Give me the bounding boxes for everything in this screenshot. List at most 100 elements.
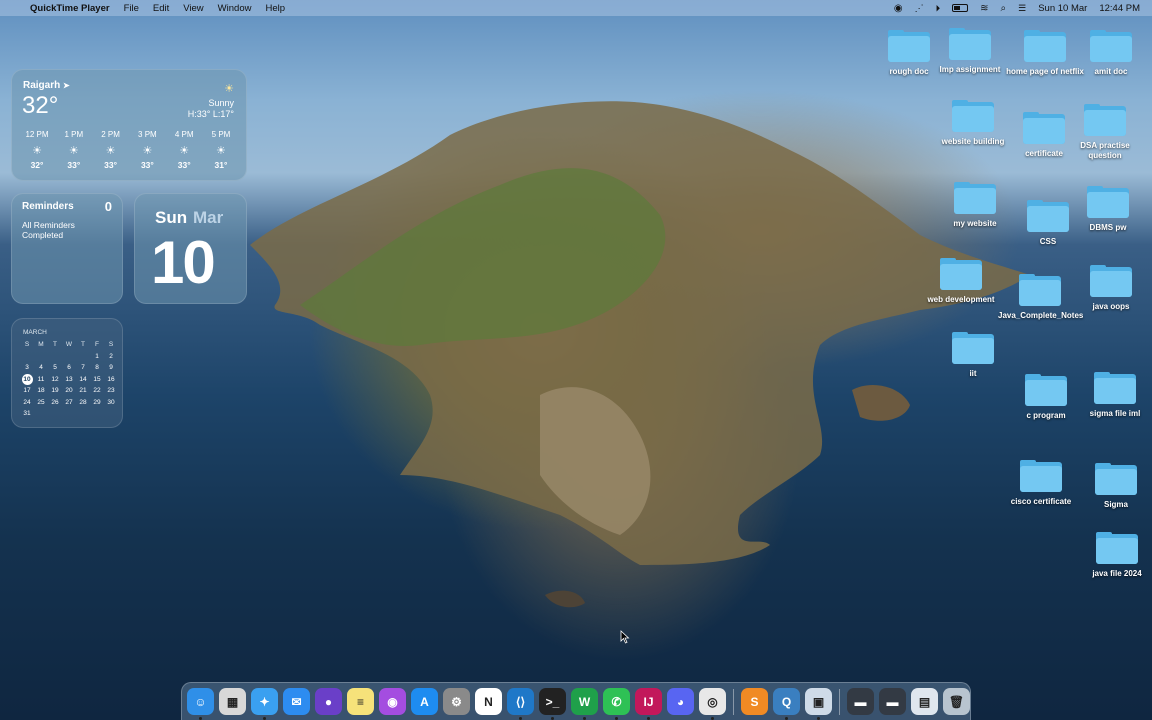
folder-label: java file 2024: [1092, 569, 1142, 578]
record-icon[interactable]: ◉: [894, 3, 903, 14]
folder-icon: [1090, 30, 1132, 64]
terminal-icon[interactable]: >_: [539, 688, 566, 720]
sun-icon: ☀: [179, 145, 190, 157]
reminders-status: All Reminders Completed: [22, 220, 75, 240]
desktop-folder[interactable]: DSA practise question: [1063, 104, 1147, 160]
calendar-day: 1: [95, 352, 99, 360]
control-center-icon[interactable]: ☰: [1018, 3, 1026, 14]
calendar-day: 6: [67, 364, 71, 372]
date-widget[interactable]: Sun Mar 10: [134, 193, 247, 304]
sun-icon: ☀: [216, 145, 226, 157]
chrome-icon[interactable]: ◎: [699, 688, 726, 720]
calendar-day: 16: [107, 375, 115, 383]
forecast-time: 12 PM: [25, 130, 49, 139]
preview-icon[interactable]: ▣: [805, 688, 832, 720]
desktop-folder[interactable]: my website: [933, 182, 1017, 229]
app-store-icon[interactable]: A: [411, 688, 438, 715]
calendar-day: 11: [37, 375, 45, 383]
siri-icon[interactable]: ●: [315, 688, 342, 715]
reminders-widget[interactable]: Reminders 0 All Reminders Completed: [11, 193, 123, 304]
folder-label: Java_Complete_Notes: [998, 311, 1084, 320]
calendar-month: MARCH: [23, 329, 47, 336]
folder-label: CSS: [1039, 237, 1057, 246]
forecast-hour: 1 PM ☀ 33°: [57, 130, 91, 170]
forecast-hour: 5 PM ☀ 31°: [204, 130, 238, 170]
launchpad-icon[interactable]: ▦: [219, 688, 246, 715]
weather-hilo: H:33° L:17°: [187, 109, 234, 119]
search-icon[interactable]: ⌕: [1001, 3, 1007, 14]
notes-icon[interactable]: ≡: [347, 688, 374, 715]
word-icon[interactable]: W: [571, 688, 598, 720]
menubar-time[interactable]: 12:44 PM: [1099, 3, 1140, 14]
reminders-count: 0: [104, 199, 112, 214]
menu-app-name[interactable]: QuickTime Player: [30, 3, 110, 14]
calendar-weekday: S: [24, 341, 30, 349]
sun-icon: ☀: [224, 83, 234, 95]
desktop-folder[interactable]: web development: [919, 258, 1003, 305]
calendar-widget[interactable]: MARCH S M T W T F S 1 2 3 4 5 6 7 8 9 10 11 12 13 14 15 16 17 18…: [11, 318, 123, 428]
whatsapp-icon[interactable]: ✆: [603, 688, 630, 720]
intellij-icon[interactable]: IJ: [635, 688, 662, 720]
menu-window[interactable]: Window: [218, 3, 252, 14]
trash-icon[interactable]: 🗑: [943, 688, 970, 715]
menu-edit[interactable]: Edit: [153, 3, 169, 14]
desktop-folder[interactable]: cisco certificate: [999, 460, 1083, 507]
notion-icon[interactable]: N: [475, 688, 502, 715]
date-widget-month: Mar: [193, 208, 224, 227]
desktop-folder[interactable]: sigma file iml: [1073, 372, 1152, 419]
recent-doc-2-icon[interactable]: ▬: [879, 688, 906, 715]
weather-condition: Sunny: [208, 98, 234, 108]
menu-help[interactable]: Help: [265, 3, 285, 14]
system-settings-icon[interactable]: ⚙: [443, 688, 470, 715]
play-icon[interactable]: ⏵: [936, 3, 941, 14]
folder-icon: [1096, 532, 1138, 566]
folder-icon: [1090, 265, 1132, 299]
folder-icon: [1025, 374, 1067, 408]
menubar-date[interactable]: Sun 10 Mar: [1038, 3, 1087, 14]
menu-file[interactable]: File: [124, 3, 139, 14]
location-arrow-icon: ➤: [63, 81, 70, 90]
calendar-day: 5: [53, 364, 57, 372]
folder-label: Sigma: [1103, 500, 1128, 509]
forecast-temp: 33°: [177, 160, 191, 170]
calendar-day: 8: [95, 364, 99, 372]
safari-icon[interactable]: ✦: [251, 688, 278, 720]
vscode-icon[interactable]: ⟨⟩: [507, 688, 534, 720]
mail-icon[interactable]: ✉: [283, 688, 310, 715]
weather-widget[interactable]: Raigarh ➤ 32° ☀ Sunny H:33° L:17° 12 PM ☀…: [11, 69, 247, 181]
folder-icon: [952, 100, 994, 134]
sublime-icon[interactable]: S: [741, 688, 768, 715]
desktop-folder[interactable]: java oops: [1069, 265, 1152, 312]
wifi-icon[interactable]: ≋: [980, 3, 988, 14]
calendar-day: 7: [81, 364, 85, 372]
calendar-day: 20: [65, 387, 73, 395]
desktop-folder[interactable]: Sigma: [1074, 463, 1152, 510]
downloads-stack-icon[interactable]: ▤: [911, 688, 938, 715]
battery-icon[interactable]: [952, 4, 969, 12]
forecast-temp: 33°: [104, 160, 118, 170]
display-icon[interactable]: ⋰: [915, 3, 924, 14]
desktop-folder[interactable]: Imp assignment: [928, 28, 1012, 75]
folder-icon: [1095, 463, 1137, 497]
quicktime-icon[interactable]: Q: [773, 688, 800, 720]
folder-label: web development: [927, 295, 995, 304]
menu-view[interactable]: View: [183, 3, 203, 14]
desktop-folder[interactable]: java file 2024: [1075, 532, 1152, 579]
calendar-day: 27: [65, 398, 73, 406]
desktop-folder[interactable]: iit: [931, 332, 1015, 379]
sun-icon: ☀: [68, 145, 79, 157]
calendar-day: 17: [23, 387, 31, 395]
sun-icon: ☀: [142, 145, 153, 157]
podcasts-icon[interactable]: ◉: [379, 688, 406, 715]
forecast-time: 2 PM: [101, 130, 120, 139]
calendar-weekday: F: [95, 341, 99, 349]
recent-doc-1-icon[interactable]: ▬: [847, 688, 874, 715]
forecast-temp: 31°: [214, 160, 228, 170]
discord-icon[interactable]: ◕: [667, 688, 694, 715]
menu-bar: QuickTime Player File Edit View Window H…: [0, 0, 1152, 16]
folder-label: DBMS pw: [1089, 223, 1127, 232]
desktop-folder[interactable]: amit doc: [1069, 30, 1152, 77]
finder-icon[interactable]: ☺: [187, 688, 214, 720]
calendar-day: 31: [23, 410, 31, 418]
desktop-folder[interactable]: DBMS pw: [1066, 186, 1150, 233]
